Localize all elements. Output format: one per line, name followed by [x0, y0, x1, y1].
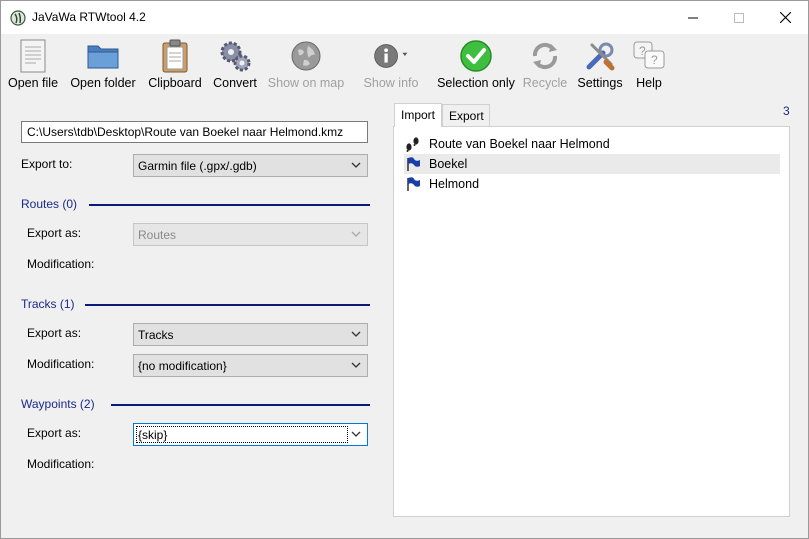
settings-button[interactable]: Settings: [575, 38, 625, 92]
tab-export[interactable]: Export: [442, 104, 490, 126]
close-icon: [779, 12, 791, 23]
file-path-input[interactable]: [21, 121, 368, 143]
svg-text:?: ?: [651, 53, 658, 67]
tab-export-label: Export: [449, 109, 484, 123]
waypoints-divider: [111, 404, 370, 406]
tracks-heading: Tracks (1): [21, 297, 75, 311]
tracks-export-as-select[interactable]: Tracks: [133, 323, 368, 346]
document-icon: [15, 38, 51, 74]
close-button[interactable]: [762, 1, 808, 34]
tracks-export-as-label: Export as:: [27, 326, 82, 340]
flag-icon: [404, 156, 422, 172]
chevron-down-icon: [351, 231, 361, 237]
tracks-modification-label: Modification:: [27, 357, 95, 371]
app-logo-icon: [10, 10, 26, 26]
waypoints-modification-label: Modification:: [27, 457, 95, 471]
help-label: Help: [636, 76, 662, 90]
tab-import[interactable]: Import: [394, 103, 442, 127]
recycle-label: Recycle: [522, 76, 568, 90]
import-list: Route van Boekel naar Helmond Boekel Hel…: [393, 126, 790, 517]
list-item-label: Route van Boekel naar Helmond: [429, 137, 610, 151]
list-item-helmond[interactable]: Helmond: [404, 174, 780, 194]
show-on-map-button[interactable]: Show on map: [267, 38, 345, 92]
convert-button[interactable]: Convert: [211, 38, 259, 92]
open-file-label: Open file: [7, 76, 59, 90]
routes-export-as-label: Export as:: [27, 226, 82, 240]
convert-label: Convert: [213, 76, 257, 90]
tracks-divider: [85, 304, 370, 306]
tracks-export-as-value: Tracks: [138, 328, 174, 342]
globe-icon: [288, 38, 324, 74]
list-item-route[interactable]: Route van Boekel naar Helmond: [404, 134, 780, 154]
minimize-button[interactable]: [670, 1, 716, 34]
show-on-map-label: Show on map: [267, 76, 345, 90]
title-bar: JaVaWa RTWtool 4.2: [1, 1, 808, 34]
clipboard-icon: [157, 38, 193, 74]
chevron-down-icon: [351, 431, 361, 437]
chevron-down-icon: [351, 362, 361, 368]
export-to-value: Garmin file (.gpx/.gdb): [138, 159, 257, 173]
settings-label: Settings: [577, 76, 623, 90]
list-item-label: Boekel: [429, 157, 468, 171]
help-bubbles-icon: ??: [631, 38, 667, 74]
focus-outline: [136, 426, 348, 443]
folder-icon: [85, 38, 121, 74]
tracks-modification-select[interactable]: {no modification}: [133, 354, 368, 377]
clipboard-label: Clipboard: [148, 76, 202, 90]
flag-icon: [404, 176, 422, 192]
minimize-icon: [688, 17, 698, 18]
selection-only-button[interactable]: Selection only: [435, 38, 517, 92]
item-count: 3: [783, 104, 790, 118]
routes-export-as-select[interactable]: Routes: [133, 223, 368, 246]
show-info-label: Show info: [363, 76, 419, 90]
clipboard-button[interactable]: Clipboard: [146, 38, 204, 92]
waypoints-export-as-select[interactable]: {skip}: [133, 423, 368, 446]
info-icon: [373, 38, 409, 74]
maximize-button[interactable]: [716, 1, 762, 34]
routes-heading: Routes (0): [21, 197, 78, 211]
chevron-down-icon: [351, 331, 361, 337]
footsteps-icon: [404, 136, 422, 152]
list-item-label: Helmond: [429, 177, 480, 191]
waypoints-export-as-label: Export as:: [27, 426, 82, 440]
export-to-select[interactable]: Garmin file (.gpx/.gdb): [133, 154, 368, 177]
toolbar: Open file Open folder Clipboard Convert …: [1, 34, 808, 94]
routes-divider: [89, 204, 370, 206]
recycle-icon: [527, 38, 563, 74]
window-title: JaVaWa RTWtool 4.2: [32, 10, 146, 24]
list-item-boekel[interactable]: Boekel: [404, 154, 780, 174]
chevron-down-icon: [351, 162, 361, 168]
routes-export-as-value: Routes: [138, 228, 177, 242]
open-file-button[interactable]: Open file: [6, 38, 60, 92]
recycle-button[interactable]: Recycle: [520, 38, 570, 92]
check-circle-icon: [458, 38, 494, 74]
export-to-label: Export to:: [21, 157, 73, 171]
chevron-down-icon: [402, 52, 408, 56]
open-folder-label: Open folder: [70, 76, 136, 90]
routes-modification-label: Modification:: [27, 257, 95, 271]
waypoints-heading: Waypoints (2): [21, 397, 95, 411]
maximize-icon: [734, 12, 744, 23]
gears-icon: [217, 38, 253, 74]
tracks-modification-value: {no modification}: [138, 359, 227, 373]
open-folder-button[interactable]: Open folder: [69, 38, 137, 92]
tab-import-label: Import: [401, 108, 436, 122]
help-button[interactable]: ?? Help: [629, 38, 669, 92]
tools-icon: [582, 38, 618, 74]
app-window: JaVaWa RTWtool 4.2 Open file Open folder: [0, 0, 809, 539]
selection-only-label: Selection only: [437, 76, 515, 90]
show-info-button[interactable]: Show info: [361, 38, 421, 92]
